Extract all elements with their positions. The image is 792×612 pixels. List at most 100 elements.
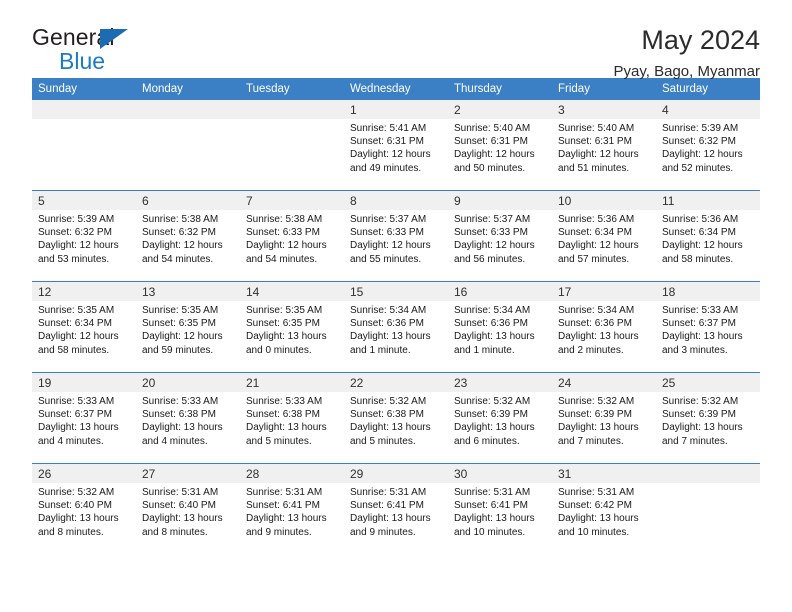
- sunset-text: Sunset: 6:40 PM: [142, 500, 216, 512]
- sunset-text: Sunset: 6:35 PM: [246, 318, 320, 330]
- sunset-text: Sunset: 6:39 PM: [662, 409, 736, 421]
- calendar-day-cell[interactable]: 20 Sunrise: 5:33 AM Sunset: 6:38 PM Dayligh…: [136, 372, 240, 464]
- day-number: 29: [344, 464, 448, 483]
- sunrise-text: Sunrise: 5:32 AM: [38, 487, 115, 498]
- calendar-day-cell[interactable]: 15 Sunrise: 5:34 AM Sunset: 6:36 PM Dayligh…: [344, 281, 448, 373]
- calendar-week-row: 1 Sunrise: 5:41 AM Sunset: 6:31 PM Daylight…: [32, 100, 760, 191]
- day-number: 5: [32, 191, 136, 210]
- calendar-day-cell[interactable]: 30 Sunrise: 5:31 AM Sunset: 6:41 PM Dayligh…: [448, 463, 552, 554]
- calendar-day-cell[interactable]: 6 Sunrise: 5:38 AM Sunset: 6:32 PM Daylight…: [136, 190, 240, 282]
- day-details: Sunrise: 5:40 AM Sunset: 6:31 PM Daylight:…: [552, 119, 656, 175]
- daylight-text-line2: and 58 minutes.: [662, 253, 734, 265]
- day-number: 13: [136, 282, 240, 301]
- sunrise-text: Sunrise: 5:39 AM: [38, 214, 115, 225]
- day-number: 28: [240, 464, 344, 483]
- daylight-text-line2: and 5 minutes.: [350, 435, 416, 447]
- daylight-text-line1: Daylight: 12 hours: [350, 149, 431, 161]
- calendar-day-cell[interactable]: 11 Sunrise: 5:36 AM Sunset: 6:34 PM Dayligh…: [656, 190, 760, 282]
- day-number: 31: [552, 464, 656, 483]
- day-number: 21: [240, 373, 344, 392]
- calendar-day-cell[interactable]: 10 Sunrise: 5:36 AM Sunset: 6:34 PM Dayligh…: [552, 190, 656, 282]
- day-details: Sunrise: 5:35 AM Sunset: 6:35 PM Daylight:…: [136, 301, 240, 357]
- general-blue-logo: General Blue: [32, 26, 142, 74]
- day-number: 6: [136, 191, 240, 210]
- calendar-day-cell[interactable]: 25 Sunrise: 5:32 AM Sunset: 6:39 PM Dayligh…: [656, 372, 760, 464]
- day-number: 3: [552, 100, 656, 119]
- calendar-day-cell[interactable]: 19 Sunrise: 5:33 AM Sunset: 6:37 PM Dayligh…: [32, 372, 136, 464]
- daylight-text-line1: Daylight: 13 hours: [246, 422, 327, 434]
- day-number: [136, 100, 240, 119]
- sunset-text: Sunset: 6:32 PM: [662, 136, 736, 148]
- calendar-day-cell[interactable]: 7 Sunrise: 5:38 AM Sunset: 6:33 PM Daylight…: [240, 190, 344, 282]
- day-number: 16: [448, 282, 552, 301]
- daylight-text-line2: and 10 minutes.: [454, 526, 526, 538]
- sunset-text: Sunset: 6:39 PM: [558, 409, 632, 421]
- daylight-text-line1: Daylight: 13 hours: [350, 422, 431, 434]
- daylight-text-line2: and 55 minutes.: [350, 253, 422, 265]
- calendar-day-cell[interactable]: 29 Sunrise: 5:31 AM Sunset: 6:41 PM Dayligh…: [344, 463, 448, 554]
- day-number: 11: [656, 191, 760, 210]
- daylight-text-line1: Daylight: 12 hours: [246, 240, 327, 252]
- daylight-text-line2: and 5 minutes.: [246, 435, 312, 447]
- calendar-day-cell[interactable]: 2 Sunrise: 5:40 AM Sunset: 6:31 PM Daylight…: [448, 100, 552, 191]
- calendar-day-cell[interactable]: 23 Sunrise: 5:32 AM Sunset: 6:39 PM Dayligh…: [448, 372, 552, 464]
- sunrise-text: Sunrise: 5:33 AM: [38, 396, 115, 407]
- daylight-text-line2: and 50 minutes.: [454, 162, 526, 174]
- daylight-text-line1: Daylight: 13 hours: [142, 422, 223, 434]
- day-details: Sunrise: 5:38 AM Sunset: 6:32 PM Daylight:…: [136, 210, 240, 266]
- calendar-day-cell[interactable]: 26 Sunrise: 5:32 AM Sunset: 6:40 PM Dayligh…: [32, 463, 136, 554]
- sunset-text: Sunset: 6:42 PM: [558, 500, 632, 512]
- sunrise-text: Sunrise: 5:31 AM: [350, 487, 427, 498]
- day-details: Sunrise: 5:39 AM Sunset: 6:32 PM Daylight:…: [32, 210, 136, 266]
- calendar-day-cell[interactable]: 22 Sunrise: 5:32 AM Sunset: 6:38 PM Dayligh…: [344, 372, 448, 464]
- day-details: Sunrise: 5:34 AM Sunset: 6:36 PM Daylight:…: [552, 301, 656, 357]
- daylight-text-line1: Daylight: 12 hours: [38, 331, 119, 343]
- daylight-text-line1: Daylight: 13 hours: [454, 331, 535, 343]
- calendar-day-cell[interactable]: 5 Sunrise: 5:39 AM Sunset: 6:32 PM Daylight…: [32, 190, 136, 282]
- daylight-text-line2: and 4 minutes.: [142, 435, 208, 447]
- weekday-header-row: Sunday Monday Tuesday Wednesday Thursday…: [32, 78, 760, 100]
- sunrise-text: Sunrise: 5:38 AM: [142, 214, 219, 225]
- calendar-day-cell[interactable]: 1 Sunrise: 5:41 AM Sunset: 6:31 PM Daylight…: [344, 100, 448, 191]
- sunrise-text: Sunrise: 5:41 AM: [350, 123, 427, 134]
- calendar-day-cell[interactable]: 13 Sunrise: 5:35 AM Sunset: 6:35 PM Dayligh…: [136, 281, 240, 373]
- sunset-text: Sunset: 6:34 PM: [558, 227, 632, 239]
- daylight-text-line1: Daylight: 13 hours: [142, 513, 223, 525]
- calendar-day-cell[interactable]: 18 Sunrise: 5:33 AM Sunset: 6:37 PM Dayligh…: [656, 281, 760, 373]
- calendar-day-cell[interactable]: 28 Sunrise: 5:31 AM Sunset: 6:41 PM Dayligh…: [240, 463, 344, 554]
- daylight-text-line1: Daylight: 13 hours: [246, 513, 327, 525]
- daylight-text-line1: Daylight: 13 hours: [558, 422, 639, 434]
- sunrise-text: Sunrise: 5:33 AM: [142, 396, 219, 407]
- sunset-text: Sunset: 6:36 PM: [454, 318, 528, 330]
- calendar-empty-cell: [240, 100, 344, 191]
- day-details: Sunrise: 5:32 AM Sunset: 6:40 PM Daylight:…: [32, 483, 136, 539]
- calendar-day-cell[interactable]: 3 Sunrise: 5:40 AM Sunset: 6:31 PM Daylight…: [552, 100, 656, 191]
- calendar-day-cell[interactable]: 24 Sunrise: 5:32 AM Sunset: 6:39 PM Dayligh…: [552, 372, 656, 464]
- sunset-text: Sunset: 6:32 PM: [142, 227, 216, 239]
- daylight-text-line2: and 52 minutes.: [662, 162, 734, 174]
- daylight-text-line1: Daylight: 12 hours: [558, 149, 639, 161]
- day-details: Sunrise: 5:33 AM Sunset: 6:37 PM Daylight:…: [32, 392, 136, 448]
- daylight-text-line2: and 49 minutes.: [350, 162, 422, 174]
- sunset-text: Sunset: 6:36 PM: [350, 318, 424, 330]
- logo-secondary-text: Blue: [59, 48, 106, 74]
- calendar-day-cell[interactable]: 9 Sunrise: 5:37 AM Sunset: 6:33 PM Daylight…: [448, 190, 552, 282]
- calendar-day-cell[interactable]: 12 Sunrise: 5:35 AM Sunset: 6:34 PM Dayligh…: [32, 281, 136, 373]
- daylight-text-line1: Daylight: 12 hours: [350, 240, 431, 252]
- daylight-text-line1: Daylight: 13 hours: [662, 331, 743, 343]
- calendar-day-cell[interactable]: 31 Sunrise: 5:31 AM Sunset: 6:42 PM Dayligh…: [552, 463, 656, 554]
- sunset-text: Sunset: 6:37 PM: [662, 318, 736, 330]
- daylight-text-line1: Daylight: 12 hours: [142, 240, 223, 252]
- sunrise-text: Sunrise: 5:32 AM: [558, 396, 635, 407]
- calendar-day-cell[interactable]: 27 Sunrise: 5:31 AM Sunset: 6:40 PM Dayligh…: [136, 463, 240, 554]
- calendar-day-cell[interactable]: 17 Sunrise: 5:34 AM Sunset: 6:36 PM Dayligh…: [552, 281, 656, 373]
- calendar-day-cell[interactable]: 21 Sunrise: 5:33 AM Sunset: 6:38 PM Dayligh…: [240, 372, 344, 464]
- calendar-day-cell[interactable]: 14 Sunrise: 5:35 AM Sunset: 6:35 PM Dayligh…: [240, 281, 344, 373]
- calendar-day-cell[interactable]: 16 Sunrise: 5:34 AM Sunset: 6:36 PM Dayligh…: [448, 281, 552, 373]
- calendar-day-cell[interactable]: 8 Sunrise: 5:37 AM Sunset: 6:33 PM Daylight…: [344, 190, 448, 282]
- sunset-text: Sunset: 6:34 PM: [662, 227, 736, 239]
- sunset-text: Sunset: 6:40 PM: [38, 500, 112, 512]
- calendar-day-cell[interactable]: 4 Sunrise: 5:39 AM Sunset: 6:32 PM Daylight…: [656, 100, 760, 191]
- sunrise-text: Sunrise: 5:31 AM: [142, 487, 219, 498]
- day-number: 30: [448, 464, 552, 483]
